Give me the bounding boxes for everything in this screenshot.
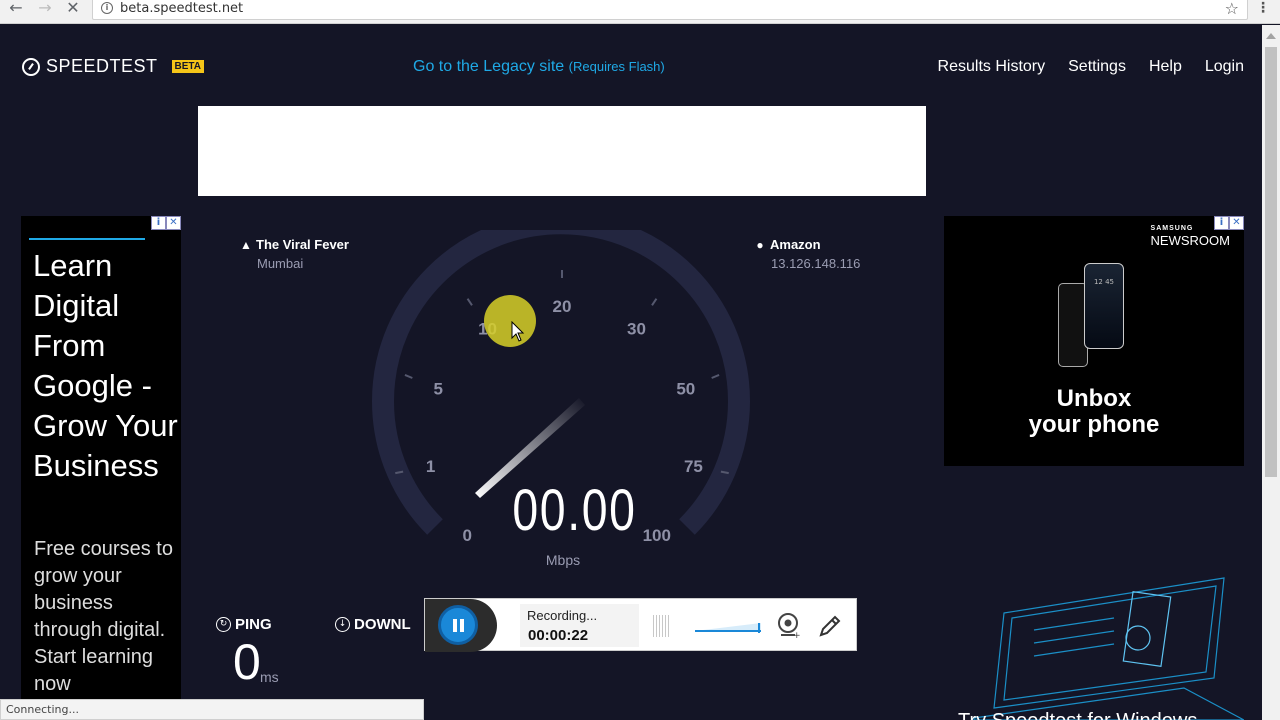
adchoices-info-icon[interactable]: i — [151, 216, 166, 230]
browser-toolbar: ← → ✕ i beta.speedtest.net ☆ ⋮ — [0, 0, 1280, 24]
stop-loading-icon[interactable]: ✕ — [63, 0, 83, 18]
samsung-newsroom-logo: SAMSUNG NEWSROOM — [1151, 225, 1230, 250]
recorder-status: Recording... 00:00:22 — [520, 604, 639, 647]
tagline-line-1: Unbox — [1056, 385, 1132, 412]
legacy-note: (Requires Flash) — [568, 59, 665, 74]
isp-name: The Viral Fever — [256, 237, 349, 252]
speedtest-page: SPEEDTEST BETA Go to the Legacy site (Re… — [0, 25, 1262, 720]
screen-recorder-widget: Recording... 00:00:22 + — [424, 598, 857, 652]
phone-front-image: 12 45 — [1084, 263, 1124, 349]
laptop-illustration — [973, 577, 1244, 720]
audio-level-icon — [653, 615, 671, 637]
host-ip: 13.126.148.116 — [771, 256, 861, 271]
logo-text: SPEEDTEST — [46, 56, 158, 76]
laptop-ad-caption: Try Speedtest for Windows — [958, 710, 1197, 720]
speed-unit: Mbps — [545, 552, 581, 568]
gauge-tick-label: 20 — [553, 297, 572, 316]
page-scrollbar[interactable] — [1262, 25, 1280, 720]
forward-icon[interactable]: → — [35, 0, 55, 18]
tagline-line-2: your phone — [1028, 411, 1160, 438]
gauge-tick-label: 0 — [463, 526, 472, 545]
gauge-tick-label: 1 — [426, 457, 435, 476]
volume-slider[interactable] — [695, 621, 761, 633]
webcam-icon[interactable]: + — [776, 613, 802, 639]
ad-close-icon[interactable]: ✕ — [166, 216, 181, 230]
speed-value: 00.00 — [512, 478, 637, 543]
gauge-tick-mark — [466, 298, 473, 306]
ping-value: 0 — [233, 634, 261, 690]
ad-headline: Learn Digital From Google - Grow Your Bu… — [33, 248, 178, 483]
nav-results-history[interactable]: Results History — [938, 58, 1046, 76]
samsung-ad[interactable]: i ✕ SAMSUNG NEWSROOM 12 45 Unbox your ph… — [944, 216, 1244, 466]
recording-text: Recording... — [527, 608, 598, 623]
download-label: ↓ DOWNL — [335, 616, 411, 633]
ping-label: ↻ PING — [216, 616, 272, 633]
user-icon: ● — [756, 238, 764, 252]
host-name: Amazon — [770, 237, 821, 252]
bookmark-star-icon[interactable]: ☆ — [1225, 0, 1239, 18]
ping-unit: ms — [260, 669, 279, 685]
ad-close-icon[interactable]: ✕ — [1229, 216, 1244, 230]
ping-icon: ↻ — [216, 617, 231, 632]
url-text[interactable]: beta.speedtest.net — [120, 1, 243, 16]
speedtest-logo[interactable]: SPEEDTEST BETA — [22, 56, 205, 77]
recorder-pause-area — [425, 599, 497, 652]
browser-status-bar: Connecting... — [0, 699, 424, 720]
brand-top: SAMSUNG — [1150, 225, 1194, 232]
isp-info[interactable]: ▲ The Viral Fever Mumbai — [240, 237, 349, 271]
site-info-icon[interactable]: i — [101, 2, 113, 14]
gauge-tick-mark — [404, 374, 413, 379]
download-label-text: DOWNL — [354, 616, 411, 633]
ad-tagline: Unbox your phone — [944, 386, 1244, 438]
host-info[interactable]: ● Amazon 13.126.148.116 — [754, 237, 860, 271]
beta-badge: BETA — [171, 60, 205, 73]
ad-accent-rule — [29, 238, 145, 240]
nav-settings[interactable]: Settings — [1068, 58, 1126, 76]
banner-ad[interactable] — [198, 106, 926, 196]
gauge-tick-label: 75 — [684, 457, 703, 476]
gauge-tick-label: 100 — [643, 526, 671, 545]
ping-label-text: PING — [235, 616, 272, 633]
recording-timer: 00:00:22 — [528, 627, 589, 644]
pause-button[interactable] — [438, 605, 478, 645]
globe-icon: ▲ — [240, 238, 252, 252]
gauge-tick-mark — [711, 374, 720, 379]
speedometer-icon — [22, 57, 40, 76]
left-ad[interactable]: i ✕ Learn Digital From Google - Grow You… — [21, 216, 181, 720]
ad-body: Free courses to grow your business throu… — [34, 538, 173, 695]
top-nav: Results History Settings Help Login — [938, 58, 1244, 76]
legacy-site-link[interactable]: Go to the Legacy site (Requires Flash) — [413, 58, 665, 76]
back-icon[interactable]: ← — [6, 0, 26, 18]
legacy-link-text: Go to the Legacy site — [413, 58, 565, 75]
browser-menu-icon[interactable]: ⋮ — [1256, 0, 1270, 16]
gauge-tick-label: 5 — [433, 380, 442, 399]
isp-location: Mumbai — [257, 256, 304, 271]
scroll-up-icon[interactable] — [1266, 33, 1276, 39]
download-icon: ↓ — [335, 617, 350, 632]
gauge-tick-mark — [651, 298, 658, 306]
cursor-highlight — [484, 295, 536, 347]
address-bar[interactable]: i beta.speedtest.net ☆ — [92, 0, 1248, 20]
brand-bottom: NEWSROOM — [1150, 233, 1230, 248]
phone-time: 12 45 — [1093, 278, 1115, 286]
pen-icon[interactable] — [817, 613, 843, 639]
windows-app-ad[interactable]: Try Speedtest for Windows — [944, 568, 1244, 720]
gauge-tick-label: 30 — [627, 320, 646, 339]
ad-choices[interactable]: i ✕ — [151, 216, 181, 230]
nav-login[interactable]: Login — [1205, 58, 1244, 76]
scroll-thumb[interactable] — [1265, 47, 1277, 477]
svg-text:+: + — [793, 631, 801, 639]
mouse-cursor-icon — [511, 321, 525, 342]
nav-help[interactable]: Help — [1149, 58, 1182, 76]
gauge-tick-label: 50 — [676, 380, 695, 399]
